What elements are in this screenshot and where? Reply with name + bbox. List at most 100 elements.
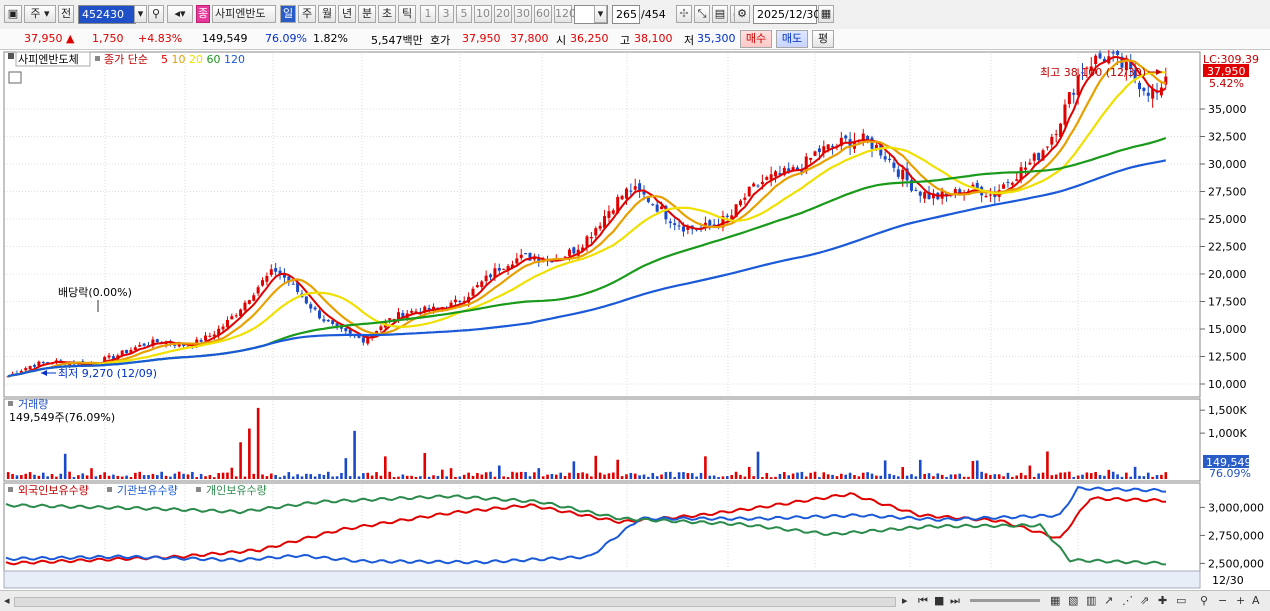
draw-channel-icon[interactable]: ⇗ — [1140, 594, 1149, 607]
individual-holding-label[interactable]: 개인보유수량 — [206, 484, 267, 497]
calendar-icon[interactable]: ▦ — [818, 5, 834, 23]
volume-bar — [252, 473, 256, 479]
interval-120[interactable]: 120 — [554, 5, 576, 23]
prev-button[interactable]: 전 — [58, 5, 74, 23]
count-total: /454 — [641, 8, 666, 21]
candle-body — [208, 335, 212, 337]
crosshair-icon[interactable]: ⤡ — [694, 5, 710, 23]
speaker-icon[interactable]: ◂▾ — [167, 5, 193, 23]
draw-line-icon[interactable]: ↗ — [1104, 594, 1113, 607]
sell-button[interactable]: 매도 — [776, 30, 808, 48]
candle-body — [256, 287, 260, 294]
candle-body — [1146, 92, 1150, 96]
candle-body — [274, 268, 278, 272]
fix-icon[interactable]: ✣ — [676, 5, 692, 23]
horizontal-scrollbar[interactable] — [14, 597, 896, 607]
interval-10[interactable]: 10 — [474, 5, 492, 23]
volume-bar — [932, 476, 935, 479]
zoom-slider[interactable] — [970, 599, 1040, 602]
volume-bar — [840, 473, 843, 479]
ma-period-120[interactable]: 120 — [221, 53, 246, 66]
volume-bar — [344, 458, 348, 479]
draw-fib-icon[interactable]: ⋰ — [1122, 594, 1133, 607]
volume-title[interactable]: 거래량 — [18, 398, 48, 411]
tab-minute[interactable]: 분 — [358, 5, 376, 23]
institution-holding-label[interactable]: 기관보유수량 — [117, 484, 178, 497]
candle-body — [923, 192, 927, 199]
volume-bar — [125, 475, 128, 479]
candle-body — [633, 186, 637, 190]
ma-period-10[interactable]: 10 — [168, 53, 186, 66]
candle-body — [870, 137, 874, 149]
stock-chart[interactable]: 35,000 32,500 30,000 27,500 25,000 22,500 20,0… — [0, 50, 1270, 590]
date-input[interactable]: 2025/12/30 — [753, 5, 820, 24]
interval-dropdown-icon[interactable]: ▾ — [594, 5, 607, 23]
interval-30[interactable]: 30 — [514, 5, 532, 23]
draw-rect-icon[interactable]: ▭ — [1176, 594, 1186, 607]
candle-body — [1094, 55, 1098, 64]
interval-20[interactable]: 20 — [494, 5, 512, 23]
grid-toggle-icon[interactable] — [8, 71, 22, 84]
interval-1[interactable]: 1 — [420, 5, 436, 23]
interval-5[interactable]: 5 — [456, 5, 472, 23]
candle-body — [24, 368, 28, 371]
font-size-icon[interactable]: A — [1252, 594, 1260, 607]
compare-icon[interactable]: ▧ — [1068, 594, 1078, 607]
count-input[interactable]: 265 — [612, 5, 640, 24]
tab-second[interactable]: 초 — [378, 5, 396, 23]
panel-title[interactable]: 사피엔반도체 — [18, 53, 79, 66]
volume-bar — [173, 473, 177, 479]
plus-icon[interactable]: + — [1236, 594, 1245, 607]
volume-bar — [769, 477, 773, 479]
volume-bar — [743, 476, 747, 479]
zoom-in-icon[interactable]: ⚲ — [1200, 594, 1208, 607]
tab-week[interactable]: 주 — [298, 5, 316, 23]
volume-bar — [511, 471, 514, 479]
volume-bar — [541, 476, 545, 479]
save-icon[interactable]: ▤ — [712, 5, 728, 23]
volume-bar — [454, 477, 457, 479]
scroll-left-icon[interactable]: ◂ — [4, 594, 10, 607]
volume-bar — [348, 476, 352, 479]
candle-body — [844, 135, 848, 139]
code-input[interactable]: 452430 — [78, 5, 136, 24]
eval-button[interactable]: 평 — [812, 30, 834, 48]
buy-button[interactable]: 매수 — [740, 30, 772, 48]
search-icon[interactable]: ⚲ — [148, 5, 164, 23]
candle-body — [624, 188, 628, 199]
volume-bar — [199, 473, 203, 479]
volume-bar — [826, 474, 830, 479]
layout-icon[interactable]: ▦ — [1050, 594, 1060, 607]
next-icon[interactable]: ▸ — [902, 594, 908, 607]
volume-bar — [747, 466, 751, 479]
interval-3[interactable]: 3 — [438, 5, 454, 23]
tab-year[interactable]: 년 — [338, 5, 356, 23]
rewind-icon[interactable]: ⏮ — [918, 594, 928, 608]
volume-bar — [910, 474, 913, 479]
volume-bar — [230, 467, 234, 479]
ma-period-5[interactable]: 5 — [161, 53, 168, 66]
tab-month[interactable]: 월 — [318, 5, 336, 23]
stock-name[interactable]: 사피엔반도 — [212, 5, 276, 23]
foreign-holding-label[interactable]: 외국인보유수량 — [18, 484, 89, 497]
settings-icon[interactable]: ⚙ — [734, 5, 750, 23]
zoom-out-icon[interactable]: − — [1218, 594, 1227, 607]
stop-icon[interactable]: ■ — [934, 594, 944, 607]
tab-tick[interactable]: 틱 — [398, 5, 416, 23]
type-select[interactable]: 주 ▾ — [24, 5, 56, 23]
y-axis-tick: 20,000 — [1208, 268, 1247, 281]
fast-forward-icon[interactable]: ⏭ — [950, 594, 960, 608]
ma-label[interactable]: 종가 단순 — [104, 53, 148, 66]
ma-period-20[interactable]: 20 — [186, 53, 204, 66]
volume-bar — [50, 474, 54, 479]
window-menu-icon[interactable]: ▣ — [4, 5, 22, 23]
candle-body — [318, 310, 322, 319]
candle-body — [984, 195, 988, 198]
interval-60[interactable]: 60 — [534, 5, 552, 23]
indicator-icon[interactable]: ▥ — [1086, 594, 1096, 607]
draw-cross-icon[interactable]: ✚ — [1158, 594, 1167, 607]
tab-day[interactable]: 일 — [280, 5, 296, 23]
ma-period-60[interactable]: 60 — [203, 53, 221, 66]
volume-bar — [752, 476, 755, 479]
code-dropdown-icon[interactable]: ▾ — [134, 5, 147, 23]
